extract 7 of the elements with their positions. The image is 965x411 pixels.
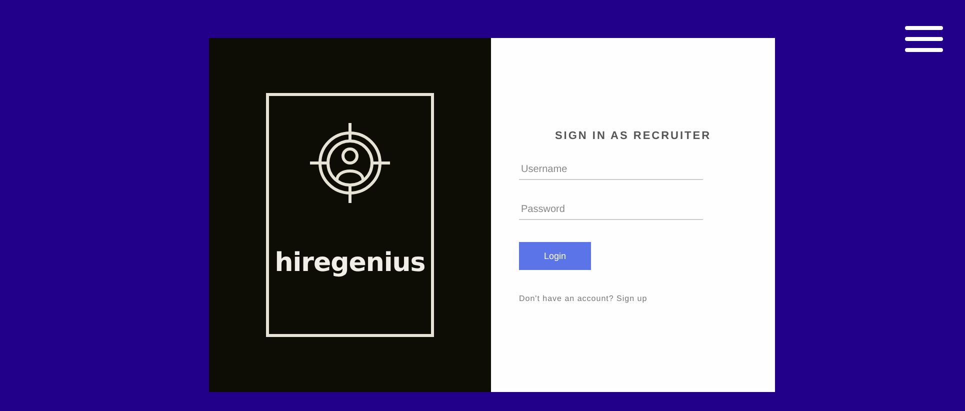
menu-icon[interactable]	[905, 26, 943, 52]
password-field[interactable]: Password	[519, 200, 703, 220]
login-button[interactable]: Login	[519, 242, 591, 270]
form-title: SIGN IN AS RECRUITER	[554, 130, 712, 142]
brand-name: hiregenius	[274, 248, 426, 278]
username-field[interactable]: Username	[519, 160, 703, 180]
signup-link[interactable]: Don't have an account? Sign up	[519, 294, 775, 303]
